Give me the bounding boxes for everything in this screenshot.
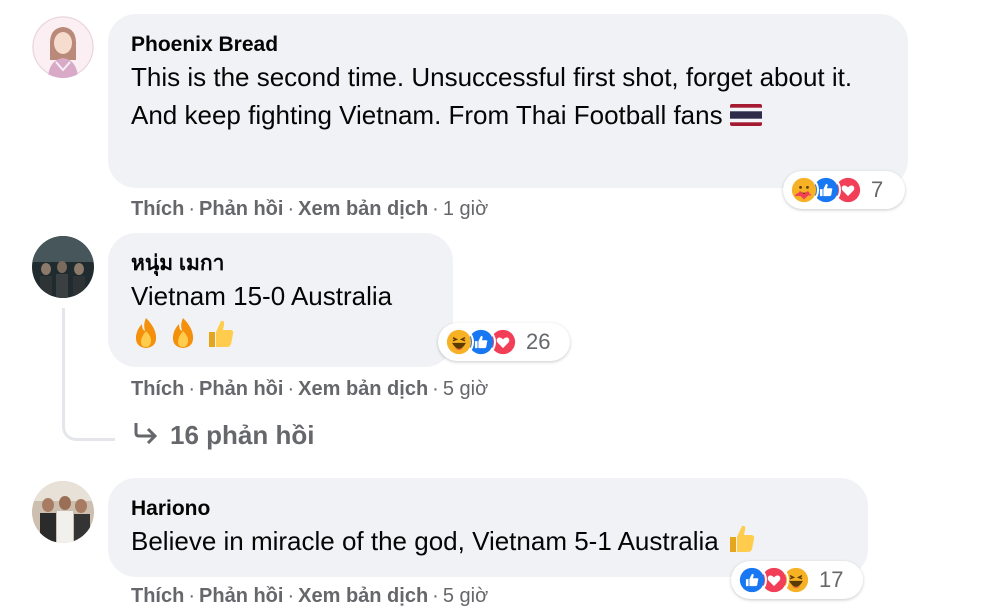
comment-author[interactable]: Phoenix Bread (131, 32, 884, 58)
fire-icon (168, 317, 198, 359)
emoji-line (131, 317, 429, 359)
reactions-summary[interactable]: 17 (731, 561, 863, 599)
like-action[interactable]: Thích (131, 198, 184, 220)
comment-actions: Thích · Phản hồi · Xem bản dịch · 5 giờ (131, 585, 489, 607)
comment-time[interactable]: 5 giờ (443, 585, 488, 607)
translate-action[interactable]: Xem bản dịch (298, 378, 428, 400)
thumbs-up-icon (205, 317, 235, 359)
like-reaction-icon (737, 565, 767, 595)
reply-action[interactable]: Phản hồi (199, 378, 283, 400)
thailand-flag-icon (729, 98, 762, 136)
comment-bubble: Phoenix Bread This is the second time. U… (108, 14, 908, 188)
reaction-count: 17 (819, 567, 844, 592)
replies-count-label: 16 phản hồi (170, 420, 315, 450)
comment-time[interactable]: 1 giờ (443, 198, 488, 220)
reaction-count: 7 (871, 177, 884, 202)
comment-actions: Thích · Phản hồi · Xem bản dịch · 5 giờ (131, 378, 489, 400)
haha-reaction-icon (444, 327, 474, 357)
translate-action[interactable]: Xem bản dịch (298, 585, 428, 607)
comment-author[interactable]: Hariono (131, 496, 844, 522)
reply-action[interactable]: Phản hồi (199, 585, 283, 607)
comment-text: Vietnam 15-0 Australia (131, 281, 393, 311)
translate-action[interactable]: Xem bản dịch (298, 198, 428, 220)
reaction-count: 26 (526, 329, 551, 354)
comment-bubble: หนุ่ม เมกา Vietnam 15-0 Australia (108, 233, 453, 367)
comment-text-body: Believe in miracle of the god, Vietnam 5… (131, 526, 719, 556)
avatar-phoenix-bread[interactable] (32, 16, 94, 78)
comment-text: This is the second time. Unsuccessful fi… (131, 58, 884, 136)
comment-author[interactable]: หนุ่ม เมกา (131, 251, 429, 277)
like-action[interactable]: Thích (131, 585, 184, 607)
reactions-summary[interactable]: 7 (783, 171, 905, 209)
fire-icon (131, 317, 161, 359)
comment-time[interactable]: 5 giờ (443, 378, 488, 400)
comment-actions: Thích · Phản hồi · Xem bản dịch · 1 giờ (131, 198, 489, 220)
reactions-summary[interactable]: 26 (438, 323, 570, 361)
reply-action[interactable]: Phản hồi (199, 198, 283, 220)
avatar-hariono[interactable] (32, 481, 94, 543)
thumbs-up-icon (726, 522, 756, 564)
view-replies-link[interactable]: 16 phản hồi (132, 420, 314, 451)
comment-text: Believe in miracle of the god, Vietnam 5… (131, 522, 844, 564)
care-reaction-icon (789, 175, 819, 205)
like-action[interactable]: Thích (131, 378, 184, 400)
reply-arrow-icon (132, 420, 160, 451)
avatar-num-mega[interactable] (32, 236, 94, 298)
